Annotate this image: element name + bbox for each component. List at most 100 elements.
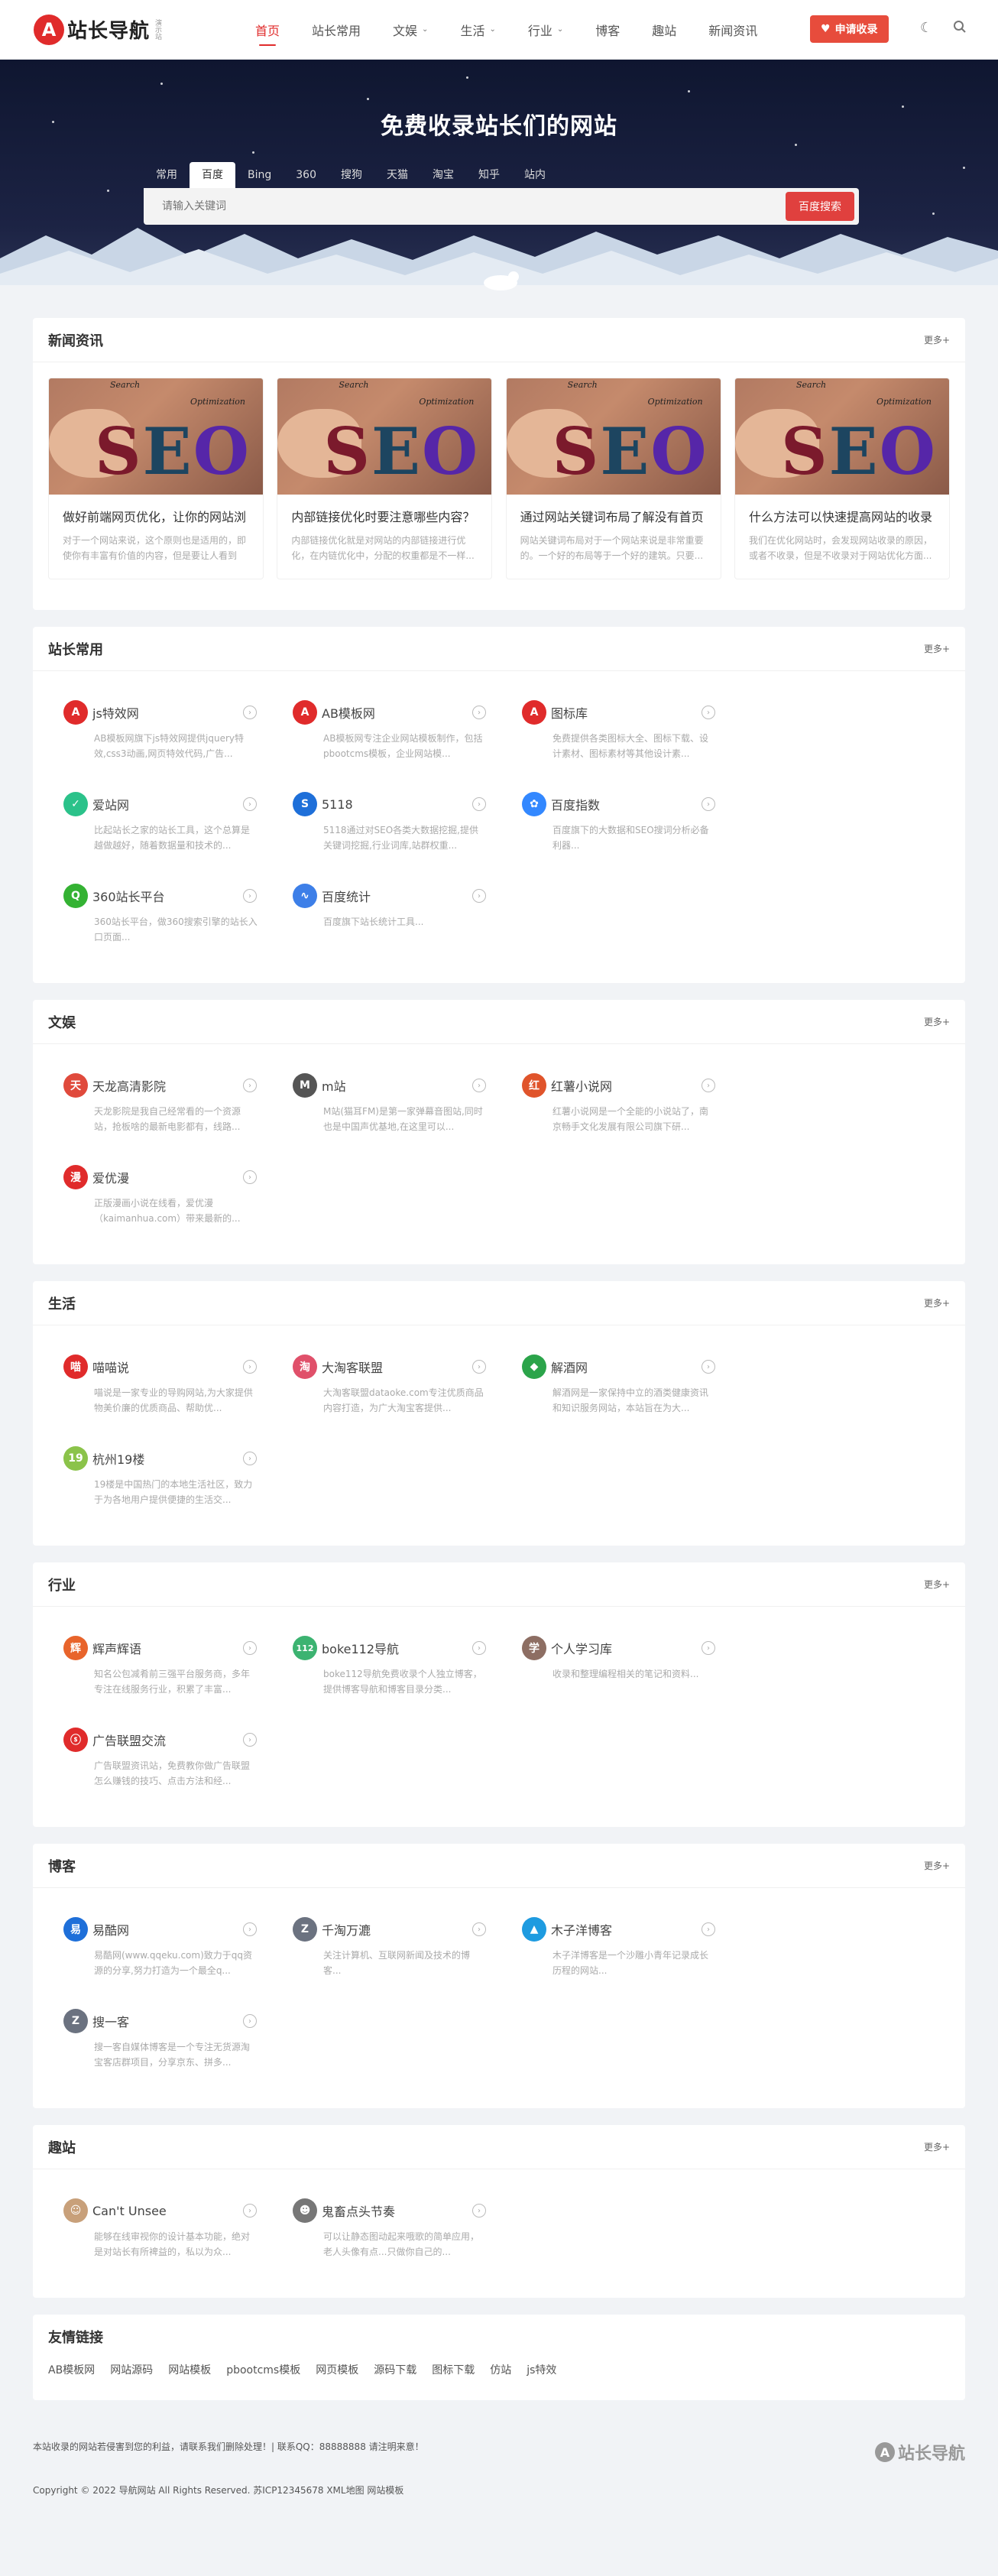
site-card[interactable]: Z 千淘万漉 › 关注计算机、互联网新闻及技术的博客... xyxy=(277,1902,507,1994)
site-card[interactable]: ▲ 木子洋博客 › 木子洋博客是一个沙雕小青年记录成长历程的网站... xyxy=(507,1902,736,1994)
site-card[interactable]: ◆ 解酒网 › 解酒网是一家保持中立的酒类健康资讯和知识服务网站，本站旨在为大... xyxy=(507,1339,736,1431)
search-tab[interactable]: 百度 xyxy=(190,162,235,188)
news-card[interactable]: Search Optimization SEO 什么方法可以快速提高网站的收录 我们在优… xyxy=(734,378,950,579)
search-tab[interactable]: 常用 xyxy=(144,162,190,188)
nav-item[interactable]: 文娱 ⌄ xyxy=(393,0,428,60)
friend-link[interactable]: 网页模板 xyxy=(316,2362,358,2377)
arrow-right-icon[interactable]: › xyxy=(702,1641,715,1655)
news-card[interactable]: Search Optimization SEO 通过网站关键词布局了解没有首页 网站关键… xyxy=(505,378,721,579)
arrow-right-icon[interactable]: › xyxy=(472,706,486,719)
friend-link[interactable]: 源码下载 xyxy=(374,2362,416,2377)
nav-item[interactable]: 首页 xyxy=(255,0,280,60)
search-tab[interactable]: 淘宝 xyxy=(420,162,466,188)
site-card[interactable]: 112 boke112导航 › boke112导航免费收录个人独立博客，提供博客导航和… xyxy=(277,1621,507,1712)
nav-item[interactable]: 行业 ⌄ xyxy=(528,0,563,60)
arrow-right-icon[interactable]: › xyxy=(243,1360,257,1374)
site-card[interactable]: Mm站 › M站(猫耳FM)是第一家弹幕音图站,同时也是中国声优基地,在这里可以..… xyxy=(277,1058,507,1150)
arrow-right-icon[interactable]: › xyxy=(472,2204,486,2218)
site-card[interactable]: Z 搜一客 › 搜一客自媒体博客是一个专注无货源淘宝客店群项目，分享京东、拼多... xyxy=(48,1994,277,2085)
site-logo[interactable]: A 站长导航 演示站 xyxy=(34,14,255,45)
site-card[interactable]: 19 杭州19楼 › 19楼是中国热门的本地生活社区，致力于为各地用户提供便捷的生活交… xyxy=(48,1431,277,1523)
arrow-right-icon[interactable]: › xyxy=(243,797,257,811)
nav-item[interactable]: 站长常用 xyxy=(312,0,361,60)
arrow-right-icon[interactable]: › xyxy=(243,1079,257,1092)
site-card[interactable]: 漫爱优漫 › 正版漫画小说在线看，爱优漫（kaimanhua.com）带来最新的..… xyxy=(48,1150,277,1241)
friend-link[interactable]: pbootcms模板 xyxy=(226,2362,300,2377)
arrow-right-icon[interactable]: › xyxy=(243,706,257,719)
search-tab[interactable]: 搜狗 xyxy=(329,162,374,188)
nav-item[interactable]: 新闻资讯 xyxy=(708,0,757,60)
friend-link[interactable]: js特效 xyxy=(527,2362,556,2377)
site-card[interactable]: ✓ 爱站网 › 比起站长之家的站长工具，这个总算是越做越好，随着数据量和技术的... xyxy=(48,777,277,868)
arrow-right-icon[interactable]: › xyxy=(243,889,257,903)
site-card[interactable]: Q 360站长平台 › 360站长平台，做360搜索引擎的站长入口页面... xyxy=(48,868,277,960)
apply-listing-button[interactable]: ♥ 申请收录 xyxy=(810,15,889,43)
arrow-right-icon[interactable]: › xyxy=(702,1922,715,1936)
site-card[interactable]: Ajs特效网 › AB模板网旗下js特效网提供jquery特效,css3动画,网页特… xyxy=(48,685,277,777)
friend-link[interactable]: 图标下载 xyxy=(432,2362,475,2377)
news-title[interactable]: 内部链接优化时要注意哪些内容？ xyxy=(291,507,478,525)
arrow-right-icon[interactable]: › xyxy=(243,2204,257,2218)
site-card[interactable]: A 图标库 › 免费提供各类图标大全、图标下载、设计素材、图标素材等其他设计素... xyxy=(507,685,736,777)
site-card[interactable]: 淘大淘客联盟 › 大淘客联盟dataoke.com专注优质商品内容打造，为广大淘宝客… xyxy=(277,1339,507,1431)
site-card[interactable]: S 5118 › 5118通过对SEO各类大数据挖掘,提供关键词挖掘,行业词库,站群权… xyxy=(277,777,507,868)
site-card[interactable]: ☺ Can't Unsee › 能够在线审视你的设计基本功能，绝对是对站长有所裨益的，… xyxy=(48,2183,277,2275)
site-card[interactable]: 学个人学习库 › 收录和整理编程相关的笔记和资料... xyxy=(507,1621,736,1712)
site-card[interactable]: ☻ 鬼畜点头节奏 › 可以让静态图动起来哦歌的简单应用，老人头像有点...只做你自己的… xyxy=(277,2183,507,2275)
arrow-right-icon[interactable]: › xyxy=(243,1452,257,1465)
arrow-right-icon[interactable]: › xyxy=(472,1641,486,1655)
nav-item[interactable]: 趣站 xyxy=(652,0,676,60)
news-title[interactable]: 做好前端网页优化，让你的网站浏 xyxy=(63,507,249,525)
arrow-right-icon[interactable]: › xyxy=(702,797,715,811)
site-card[interactable]: A AB模板网 › AB模板网专注企业网站模板制作，包括pbootcms模板，企业网站… xyxy=(277,685,507,777)
search-icon[interactable] xyxy=(953,20,967,37)
arrow-right-icon[interactable]: › xyxy=(472,1922,486,1936)
friend-link[interactable]: 仿站 xyxy=(490,2362,511,2377)
arrow-right-icon[interactable]: › xyxy=(472,1360,486,1374)
more-link[interactable]: 更多+ xyxy=(924,1859,950,1872)
site-card[interactable]: ⓢ 广告联盟交流 › 广告联盟资讯站，免费教你做广告联盟怎么赚钱的技巧、点击方法和经.… xyxy=(48,1712,277,1804)
site-card[interactable]: 辉辉声辉语 › 知名公包减肴前三强平台服务商，多年专注在线服务行业，积累了丰富... xyxy=(48,1621,277,1712)
more-link[interactable]: 更多+ xyxy=(924,1015,950,1028)
friend-link[interactable]: AB模板网 xyxy=(48,2362,95,2377)
site-card[interactable]: 喵喵喵说 › 喵说是一家专业的导购网站,为大家提供物美价廉的优质商品、帮助优... xyxy=(48,1339,277,1431)
news-title[interactable]: 什么方法可以快速提高网站的收录 xyxy=(749,507,935,525)
news-card[interactable]: Search Optimization SEO 做好前端网页优化，让你的网站浏 对于一个… xyxy=(48,378,264,579)
search-tab[interactable]: 360 xyxy=(284,162,329,188)
footer-logo[interactable]: A 站长导航 xyxy=(874,2440,965,2464)
news-title[interactable]: 通过网站关键词布局了解没有首页 xyxy=(520,507,707,525)
more-link[interactable]: 更多+ xyxy=(924,642,950,655)
arrow-right-icon[interactable]: › xyxy=(243,2014,257,2028)
nav-item[interactable]: 生活 ⌄ xyxy=(460,0,495,60)
arrow-right-icon[interactable]: › xyxy=(702,706,715,719)
friend-link[interactable]: 网站模板 xyxy=(168,2362,211,2377)
site-card[interactable]: 易易酷网 › 易酷网(www.qqeku.com)致力于qq资源的分享,努力打造为一… xyxy=(48,1902,277,1994)
site-card[interactable]: ∿ 百度统计 › 百度旗下站长统计工具... xyxy=(277,868,507,960)
search-tab[interactable]: 站内 xyxy=(512,162,558,188)
more-link[interactable]: 更多+ xyxy=(924,1296,950,1309)
arrow-right-icon[interactable]: › xyxy=(243,1922,257,1936)
moon-icon[interactable]: ☾ xyxy=(920,20,932,36)
search-tab[interactable]: 天猫 xyxy=(374,162,420,188)
more-link[interactable]: 更多+ xyxy=(924,2140,950,2153)
nav-item[interactable]: 博客 xyxy=(595,0,620,60)
arrow-right-icon[interactable]: › xyxy=(472,1079,486,1092)
arrow-right-icon[interactable]: › xyxy=(472,797,486,811)
site-card[interactable]: ✿ 百度指数 › 百度旗下的大数据和SEO搜词分析必备利器... xyxy=(507,777,736,868)
seo-letter: S xyxy=(552,414,601,489)
news-card[interactable]: Search Optimization SEO 内部链接优化时要注意哪些内容？ 内部链接… xyxy=(277,378,493,579)
arrow-right-icon[interactable]: › xyxy=(243,1733,257,1747)
more-link[interactable]: 更多+ xyxy=(924,1578,950,1591)
site-card[interactable]: 天天龙高清影院 › 天龙影院是我自己经常看的一个资源站，抢板啥的最新电影都有，线路.… xyxy=(48,1058,277,1150)
arrow-right-icon[interactable]: › xyxy=(243,1641,257,1655)
site-card[interactable]: 红红薯小说网 › 红薯小说网是一个全能的小说站了，南京畅手文化发展有限公司旗下研..… xyxy=(507,1058,736,1150)
search-tab[interactable]: 知乎 xyxy=(466,162,512,188)
nav-item-label: 博客 xyxy=(595,23,621,38)
friend-link[interactable]: 网站源码 xyxy=(110,2362,153,2377)
arrow-right-icon[interactable]: › xyxy=(243,1170,257,1184)
arrow-right-icon[interactable]: › xyxy=(472,889,486,903)
more-link[interactable]: 更多+ xyxy=(924,333,950,346)
arrow-right-icon[interactable]: › xyxy=(702,1360,715,1374)
search-tab[interactable]: Bing xyxy=(235,162,284,188)
arrow-right-icon[interactable]: › xyxy=(702,1079,715,1092)
